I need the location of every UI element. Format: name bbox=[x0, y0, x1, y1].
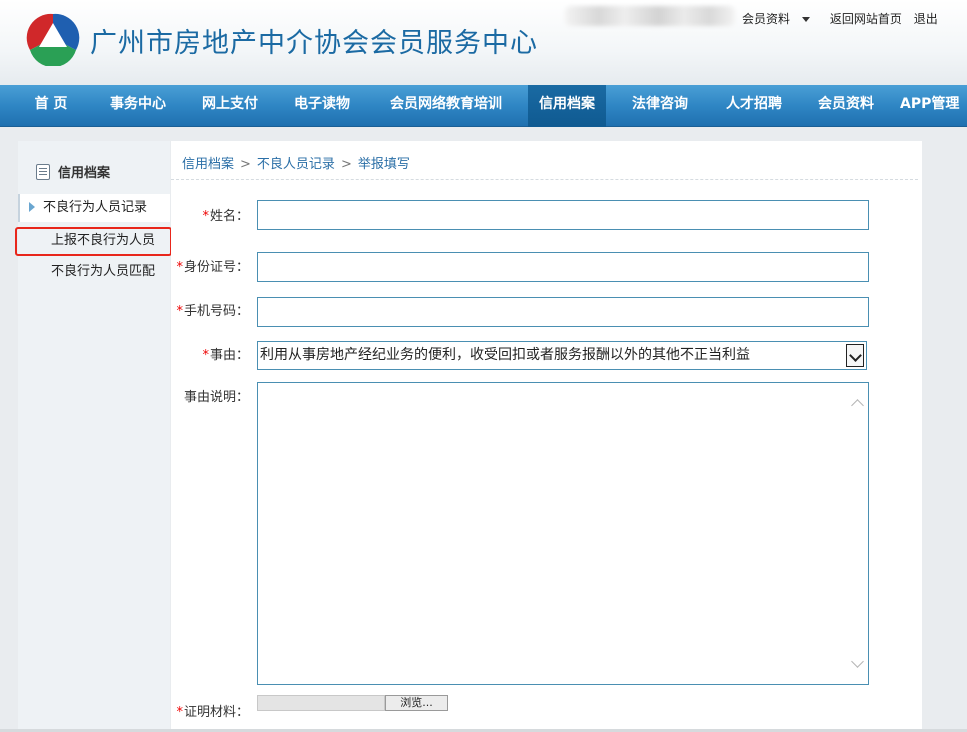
nav-item-training[interactable]: 会员网络教育培训 bbox=[374, 85, 518, 127]
sidebar-item-match[interactable]: 不良行为人员匹配 bbox=[18, 258, 170, 286]
sidebar-title: 信用档案 bbox=[36, 162, 110, 181]
reason-description-textarea[interactable] bbox=[257, 382, 869, 685]
site-header: 广州市房地产中介协会会员服务中心 会员资料 返回网站首页 退出 bbox=[0, 0, 967, 85]
nav-item-app[interactable]: APP管理 bbox=[900, 85, 967, 127]
reason-label-text: 事由： bbox=[209, 348, 249, 363]
nav-item-affairs[interactable]: 事务中心 bbox=[96, 85, 180, 127]
proof-label-text: 证明材料： bbox=[183, 705, 249, 720]
member-info-label: 会员资料 bbox=[742, 12, 791, 26]
triangle-right-icon bbox=[29, 202, 35, 212]
file-path-field[interactable] bbox=[257, 695, 385, 711]
id-number-input[interactable] bbox=[257, 252, 869, 282]
association-logo-icon bbox=[26, 13, 80, 66]
name-label-text: 姓名： bbox=[209, 209, 249, 224]
main-nav: 首 页 事务中心 网上支付 电子读物 会员网络教育培训 信用档案 法律咨询 人才… bbox=[0, 85, 967, 127]
site-title: 广州市房地产中介协会会员服务中心 bbox=[90, 28, 538, 59]
document-icon bbox=[36, 164, 50, 180]
chevron-right-icon: > bbox=[340, 157, 352, 172]
phone-label: *手机号码： bbox=[176, 300, 249, 319]
required-mark: * bbox=[176, 705, 183, 720]
nav-item-home[interactable]: 首 页 bbox=[18, 85, 84, 127]
scroll-up-icon[interactable] bbox=[851, 399, 864, 412]
breadcrumb-bad-records[interactable]: 不良人员记录 bbox=[257, 157, 335, 172]
scroll-down-icon[interactable] bbox=[851, 655, 864, 668]
required-mark: * bbox=[202, 209, 209, 224]
required-mark: * bbox=[176, 304, 183, 319]
browse-button[interactable]: 浏览... bbox=[385, 695, 448, 711]
nav-item-credit[interactable]: 信用档案 bbox=[528, 85, 606, 127]
reason-select[interactable]: 利用从事房地产经纪业务的便利，收受回扣或者服务报酬以外的其他不正当利益 bbox=[257, 341, 867, 370]
desc-label: 事由说明： bbox=[183, 390, 249, 405]
name-input[interactable] bbox=[257, 200, 869, 230]
nav-item-recruit[interactable]: 人才招聘 bbox=[712, 85, 796, 127]
reason-select-value: 利用从事房地产经纪业务的便利，收受回扣或者服务报酬以外的其他不正当利益 bbox=[260, 347, 750, 363]
blurred-username bbox=[565, 6, 735, 26]
nav-item-ebooks[interactable]: 电子读物 bbox=[280, 85, 364, 127]
highlight-box bbox=[15, 227, 172, 256]
id-label-text: 身份证号： bbox=[183, 260, 249, 275]
phone-input[interactable] bbox=[257, 297, 869, 327]
reason-label: *事由： bbox=[202, 344, 249, 363]
breadcrumb-report-form: 举报填写 bbox=[357, 157, 410, 172]
proof-label: *证明材料： bbox=[176, 701, 249, 720]
top-links: 会员资料 返回网站首页 退出 bbox=[742, 10, 946, 27]
required-mark: * bbox=[202, 348, 209, 363]
dropdown-arrow-icon[interactable] bbox=[846, 344, 864, 367]
member-info-link[interactable]: 会员资料 bbox=[742, 12, 818, 26]
caret-down-icon bbox=[802, 17, 811, 22]
nav-item-payment[interactable]: 网上支付 bbox=[188, 85, 272, 127]
sidebar-item-label: 不良行为人员记录 bbox=[43, 200, 148, 215]
divider bbox=[171, 179, 918, 180]
name-label: *姓名： bbox=[202, 205, 249, 224]
required-mark: * bbox=[176, 260, 183, 275]
main-content: 信用档案 > 不良人员记录 > 举报填写 *姓名： *身份证号： *手机号码： *事由：… bbox=[171, 141, 922, 732]
nav-item-member-data[interactable]: 会员资料 bbox=[804, 85, 888, 127]
logout-link[interactable]: 退出 bbox=[914, 12, 938, 26]
nav-item-legal[interactable]: 法律咨询 bbox=[618, 85, 702, 127]
label-column: *姓名： *身份证号： *手机号码： *事由： 事由说明： *证明材料： bbox=[171, 141, 249, 732]
id-label: *身份证号： bbox=[176, 256, 249, 275]
sidebar-title-text: 信用档案 bbox=[58, 166, 111, 181]
sidebar-item-bad-records[interactable]: 不良行为人员记录 bbox=[18, 194, 170, 222]
phone-label-text: 手机号码： bbox=[183, 304, 249, 319]
back-home-link[interactable]: 返回网站首页 bbox=[830, 12, 902, 26]
